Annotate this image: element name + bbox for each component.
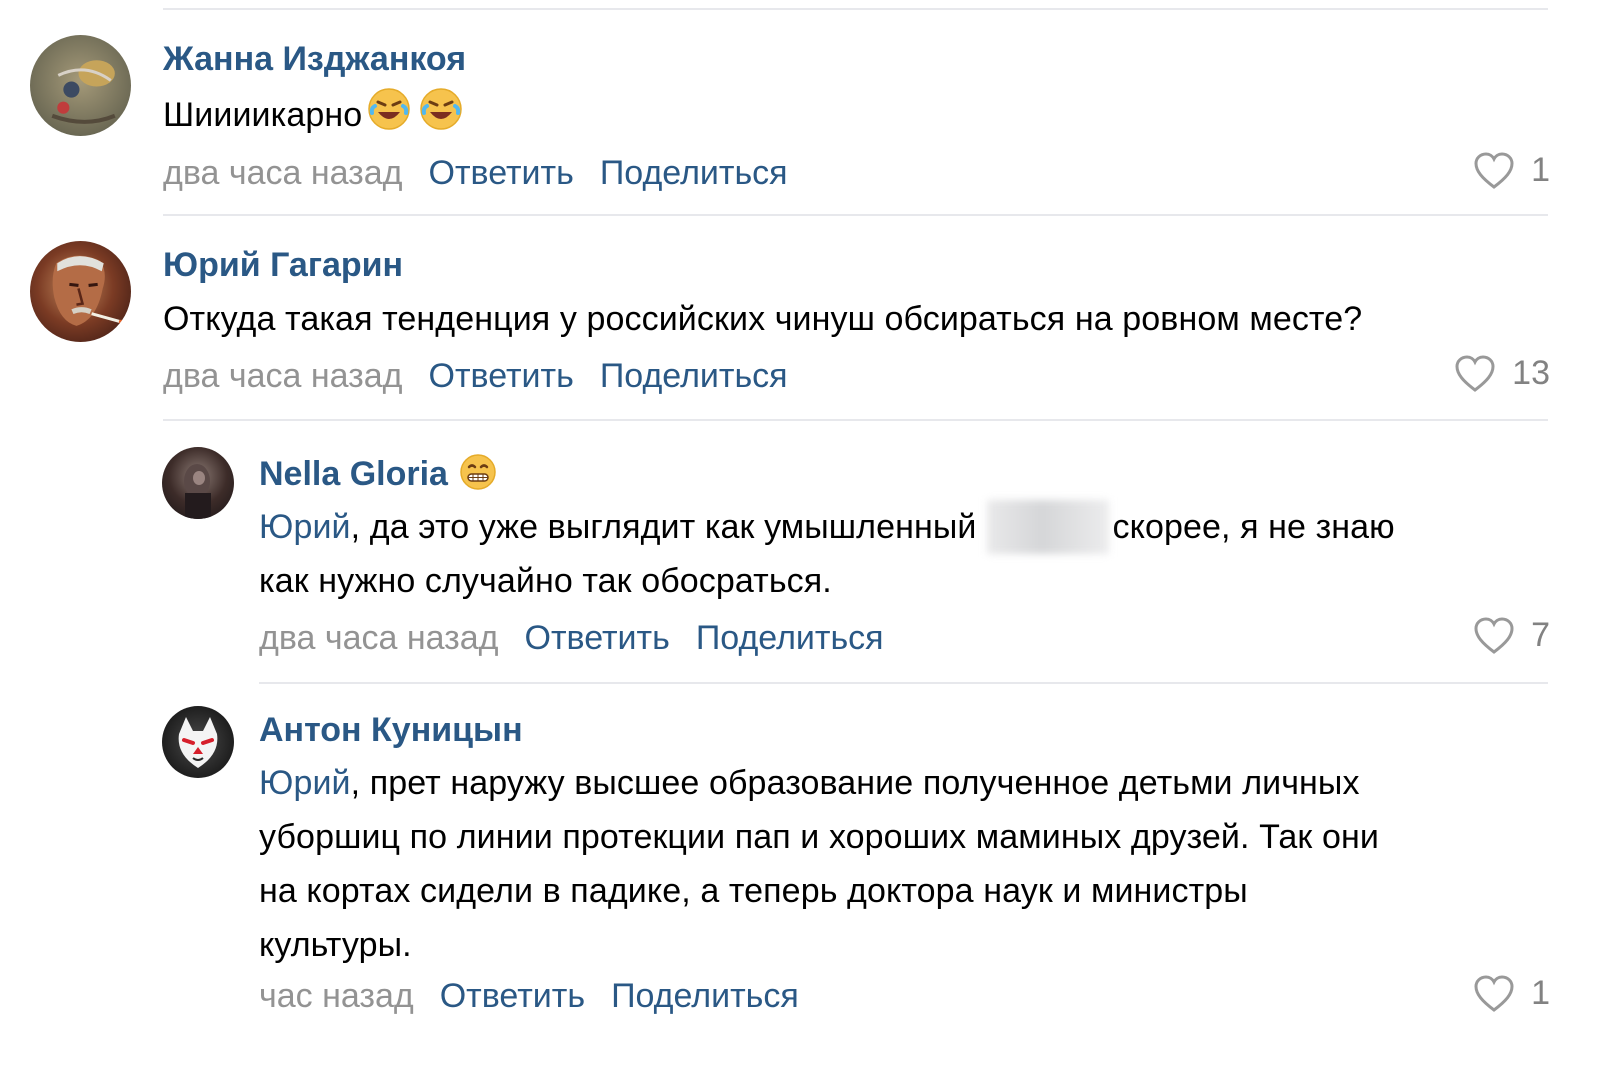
comment-divider [163, 214, 1548, 216]
rolling-on-floor-laughing-icon [364, 84, 414, 134]
rolling-on-floor-laughing-icon [416, 84, 466, 134]
blurred-word [986, 500, 1109, 554]
share-button[interactable]: Поделиться [611, 977, 799, 1016]
comment-text-content: Шиииикарно [163, 96, 363, 134]
like-button[interactable]: 1 [1473, 151, 1550, 190]
timestamp[interactable]: два часа назад [259, 619, 499, 658]
share-button[interactable]: Поделиться [600, 357, 788, 396]
like-count: 1 [1531, 974, 1550, 1012]
comment-text: Юрий, прет наружу высшее образование пол… [259, 756, 1379, 972]
avatar-image [30, 241, 131, 342]
reply-button[interactable]: Ответить [429, 357, 574, 396]
avatar[interactable] [162, 447, 234, 519]
author-name[interactable]: Жанна Изджанкоя [163, 39, 466, 79]
comment-text-line2: как нужно случайно так обосраться. [259, 562, 832, 600]
comment-text: Юрий, да это уже выглядит как умышленный… [259, 500, 1395, 608]
reply-button[interactable]: Ответить [525, 619, 670, 658]
comment-meta: два часа назад Ответить Поделиться [259, 616, 884, 660]
timestamp[interactable]: час назад [259, 977, 414, 1016]
timestamp[interactable]: два часа назад [163, 154, 403, 193]
avatar[interactable] [162, 706, 234, 778]
share-button[interactable]: Поделиться [696, 619, 884, 658]
like-count: 13 [1512, 354, 1550, 392]
avatar[interactable] [30, 35, 131, 136]
comments-section: Жанна Изджанкоя Шиииикарно два часа наза… [0, 0, 1600, 1068]
comment-text-line2: уборшиц по линии протекции пап и хороших… [259, 818, 1379, 856]
comment-text-part1: , да это уже выглядит как умышленный [350, 508, 977, 546]
avatar-image [162, 447, 234, 519]
heart-icon [1474, 616, 1514, 654]
comment-text-part2: скорее, я не знаю [1112, 508, 1395, 546]
timestamp[interactable]: два часа назад [163, 357, 403, 396]
like-button[interactable]: 1 [1473, 974, 1550, 1013]
heart-icon [1474, 151, 1514, 189]
avatar-image [162, 706, 234, 778]
like-button[interactable]: 7 [1473, 616, 1550, 655]
avatar[interactable] [30, 241, 131, 342]
comment-divider [163, 419, 1548, 421]
comment-meta: два часа назад Ответить Поделиться [163, 354, 788, 398]
comment-text-line1: , прет наружу высшее образование получен… [350, 764, 1360, 802]
author-name-text: Nella Gloria [259, 455, 448, 493]
comment-text-line4: культуры. [259, 926, 412, 964]
mention-link[interactable]: Юрий [259, 764, 351, 802]
author-name[interactable]: Антон Куницын [259, 710, 523, 750]
heart-icon [1474, 974, 1514, 1012]
comment-text: Шиииикарно [163, 84, 466, 142]
heart-icon [1455, 354, 1495, 392]
author-name[interactable]: Юрий Гагарин [163, 245, 403, 285]
avatar-image [30, 35, 131, 136]
like-count: 7 [1531, 616, 1550, 654]
comment-divider [259, 682, 1548, 684]
comment-meta: два часа назад Ответить Поделиться [163, 151, 788, 195]
mention-link[interactable]: Юрий [259, 508, 351, 546]
comment-text: Откуда такая тенденция у российских чину… [163, 300, 1363, 338]
top-divider [163, 8, 1548, 10]
reply-button[interactable]: Ответить [440, 977, 585, 1016]
grimacing-face-icon [458, 452, 498, 492]
like-button[interactable]: 13 [1454, 354, 1550, 393]
like-count: 1 [1531, 151, 1550, 189]
reply-button[interactable]: Ответить [429, 154, 574, 193]
author-name[interactable]: Nella Gloria [259, 452, 498, 494]
comment-text-line3: на кортах сидели в падике, а теперь докт… [259, 872, 1248, 910]
comment-meta: час назад Ответить Поделиться [259, 974, 799, 1018]
share-button[interactable]: Поделиться [600, 154, 788, 193]
